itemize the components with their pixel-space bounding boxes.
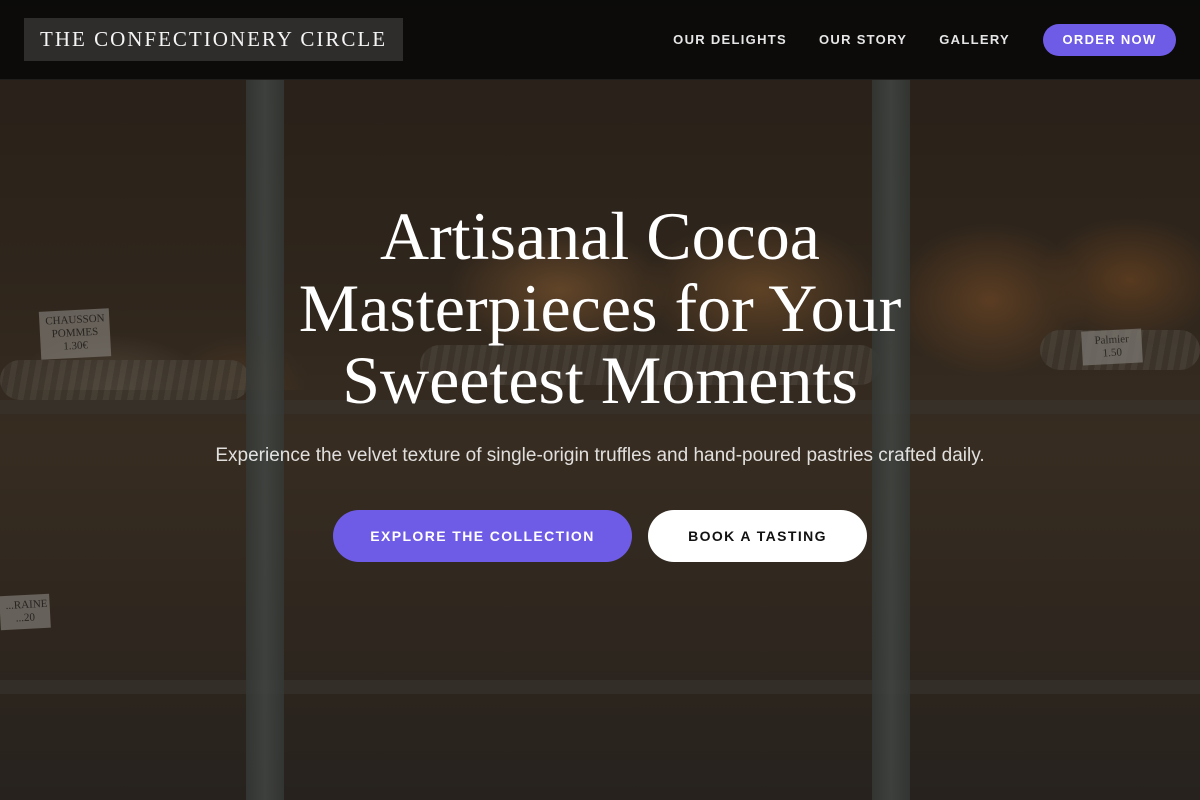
hero-section: Artisanal Cocoa Masterpieces for Your Sw… (0, 200, 1200, 562)
hero-subtitle: Experience the velvet texture of single-… (215, 445, 985, 466)
nav-link-our-story[interactable]: OUR STORY (819, 32, 907, 47)
hero-title-line: Artisanal Cocoa (380, 198, 820, 274)
hero-cta-group: EXPLORE THE COLLECTION BOOK A TASTING (0, 510, 1200, 562)
main-navigation: OUR DELIGHTS OUR STORY GALLERY ORDER NOW (641, 23, 1176, 56)
hero-title-line: Masterpieces for Your (298, 270, 902, 346)
nav-link-gallery[interactable]: GALLERY (939, 32, 1010, 47)
hero-title: Artisanal Cocoa Masterpieces for Your Sw… (250, 200, 950, 416)
hero-title-line: Sweetest Moments (342, 342, 858, 418)
site-header: THE CONFECTIONERY CIRCLE OUR DELIGHTS OU… (0, 0, 1200, 80)
book-tasting-button[interactable]: BOOK A TASTING (648, 510, 867, 562)
explore-collection-button[interactable]: EXPLORE THE COLLECTION (333, 510, 632, 562)
nav-link-our-delights[interactable]: OUR DELIGHTS (673, 32, 787, 47)
order-now-button[interactable]: ORDER NOW (1043, 23, 1176, 56)
brand-logo[interactable]: THE CONFECTIONERY CIRCLE (24, 18, 404, 61)
